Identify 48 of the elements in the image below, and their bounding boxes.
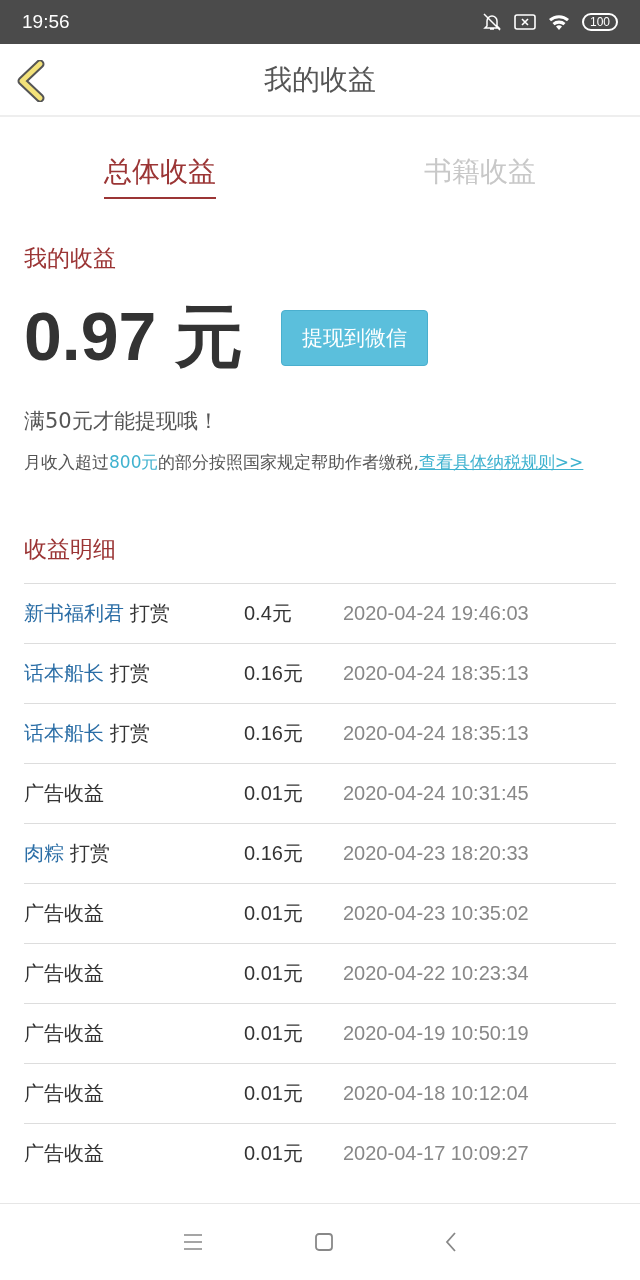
time-cell: 2020-04-18 10:12:04 <box>343 1082 529 1105</box>
tax-rules-link[interactable]: 查看具体纳税规则>> <box>418 452 584 472</box>
time-cell: 2020-04-23 10:35:02 <box>343 902 529 925</box>
battery-level: 100 <box>581 13 618 31</box>
muted-bell-icon <box>481 12 502 32</box>
back-icon[interactable] <box>16 60 46 102</box>
back-icon[interactable] <box>444 1231 458 1253</box>
amount-cell-text: 0.4元 <box>244 601 293 626</box>
no-sim-icon <box>513 13 536 31</box>
tab[interactable]: 总体收益 <box>104 153 216 199</box>
source-cell-text: 肉粽 打赏 <box>24 840 112 867</box>
menu-icon[interactable] <box>182 1233 204 1251</box>
page-title: 我的收益 <box>264 61 376 98</box>
source-cell-text: 新书福利君 打赏 <box>24 600 172 627</box>
source-cell-text: 广告收益 <box>24 1080 105 1107</box>
source-cell-text: 广告收益 <box>24 1020 105 1047</box>
time-cell: 2020-04-24 19:46:03 <box>343 602 529 625</box>
amount-cell-text: 0.16元 <box>244 721 304 746</box>
balance-amount: 0.97 元 <box>24 297 244 376</box>
source-cell-text: 话本船长 打赏 <box>24 660 152 687</box>
amount-cell-text: 0.16元 <box>244 661 304 686</box>
source-cell-text: 广告收益 <box>24 1140 105 1167</box>
time-cell: 2020-04-24 18:35:13 <box>343 662 529 685</box>
home-icon[interactable] <box>314 1232 334 1252</box>
status-time: 19:56 <box>22 11 70 33</box>
section-title: 收益明细 <box>24 535 117 564</box>
source-cell-text: 话本船长 打赏 <box>24 720 152 747</box>
amount-cell-text: 0.01元 <box>244 961 304 986</box>
amount-cell-text: 0.01元 <box>244 1021 304 1046</box>
time-cell: 2020-04-24 10:31:45 <box>343 782 529 805</box>
amount-cell-text: 0.16元 <box>244 841 304 866</box>
tax-note: 月收入超过800元的部分按照国家规定帮助作者缴税,查看具体纳税规则>> <box>24 451 585 474</box>
amount-cell-text: 0.01元 <box>244 901 304 926</box>
time-cell: 2020-04-19 10:50:19 <box>343 1022 529 1045</box>
withdraw-notice: 满50元才能提现哦！ <box>24 408 220 435</box>
source-cell-text: 广告收益 <box>24 900 105 927</box>
source-cell-text: 广告收益 <box>24 960 105 987</box>
source-cell-text: 广告收益 <box>24 780 105 807</box>
amount-cell-text: 0.01元 <box>244 1081 304 1106</box>
time-cell: 2020-04-17 10:09:27 <box>343 1142 529 1165</box>
time-cell: 2020-04-22 10:23:34 <box>343 962 529 985</box>
withdraw-button[interactable]: 提现到微信 <box>281 309 429 366</box>
time-cell: 2020-04-23 18:20:33 <box>343 842 529 865</box>
amount-cell-text: 0.01元 <box>244 781 304 806</box>
section-title: 我的收益 <box>24 244 117 273</box>
wifi-icon <box>547 13 570 31</box>
amount-cell-text: 0.01元 <box>244 1141 304 1166</box>
time-cell: 2020-04-24 18:35:13 <box>343 722 529 745</box>
